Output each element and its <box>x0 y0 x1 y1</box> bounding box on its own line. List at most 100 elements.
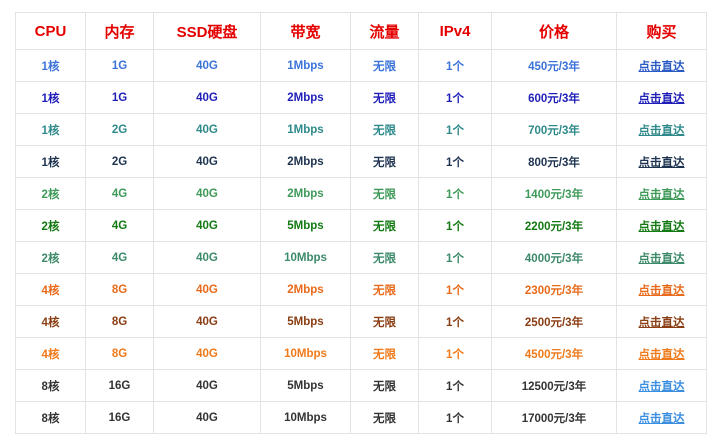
table-row: 1核 1G 40G 2Mbps 无限 1个 600元/3年 点击直达 <box>15 81 707 114</box>
cell-ssd: 40G <box>153 209 261 242</box>
cell-bandwidth: 10Mbps <box>260 401 351 434</box>
header-memory: 内存 <box>85 12 154 50</box>
cell-ipv4: 1个 <box>418 145 492 178</box>
table-row: 2核 4G 40G 2Mbps 无限 1个 1400元/3年 点击直达 <box>15 177 707 210</box>
cell-memory: 16G <box>85 369 154 402</box>
header-bandwidth: 带宽 <box>260 12 351 50</box>
cell-ipv4: 1个 <box>418 241 492 274</box>
buy-link[interactable]: 点击直达 <box>639 61 685 73</box>
cell-price: 2200元/3年 <box>491 209 617 242</box>
cell-traffic: 无限 <box>350 369 419 402</box>
cell-cpu: 1核 <box>15 113 86 146</box>
cell-cpu: 1核 <box>15 49 86 82</box>
cell-ipv4: 1个 <box>418 177 492 210</box>
cell-cpu: 8核 <box>15 401 86 434</box>
cell-ipv4: 1个 <box>418 337 492 370</box>
cell-memory: 4G <box>85 209 154 242</box>
cell-price: 1400元/3年 <box>491 177 617 210</box>
cell-buy: 点击直达 <box>616 369 707 402</box>
cell-bandwidth: 5Mbps <box>260 305 351 338</box>
cell-buy: 点击直达 <box>616 145 707 178</box>
cell-price: 4000元/3年 <box>491 241 617 274</box>
pricing-table-container: CPU 内存 SSD硬盘 带宽 流量 IPv4 价格 购买 1核 1G 40G … <box>15 12 707 434</box>
cell-price: 600元/3年 <box>491 81 617 114</box>
cell-memory: 1G <box>85 49 154 82</box>
cell-ssd: 40G <box>153 241 261 274</box>
cell-cpu: 4核 <box>15 337 86 370</box>
cell-memory: 8G <box>85 305 154 338</box>
cell-cpu: 1核 <box>15 145 86 178</box>
cell-bandwidth: 2Mbps <box>260 177 351 210</box>
cell-price: 4500元/3年 <box>491 337 617 370</box>
cell-ssd: 40G <box>153 401 261 434</box>
cell-buy: 点击直达 <box>616 401 707 434</box>
table-row: 2核 4G 40G 10Mbps 无限 1个 4000元/3年 点击直达 <box>15 241 707 274</box>
header-price: 价格 <box>491 12 617 50</box>
cell-bandwidth: 2Mbps <box>260 145 351 178</box>
cell-memory: 2G <box>85 145 154 178</box>
buy-link[interactable]: 点击直达 <box>639 349 685 361</box>
cell-cpu: 4核 <box>15 273 86 306</box>
header-buy: 购买 <box>616 12 707 50</box>
cell-ssd: 40G <box>153 369 261 402</box>
table-row: 4核 8G 40G 2Mbps 无限 1个 2300元/3年 点击直达 <box>15 273 707 306</box>
cell-bandwidth: 10Mbps <box>260 241 351 274</box>
cell-bandwidth: 1Mbps <box>260 49 351 82</box>
buy-link[interactable]: 点击直达 <box>639 285 685 297</box>
cell-cpu: 4核 <box>15 305 86 338</box>
cell-buy: 点击直达 <box>616 337 707 370</box>
cell-traffic: 无限 <box>350 305 419 338</box>
cell-traffic: 无限 <box>350 241 419 274</box>
cell-ipv4: 1个 <box>418 209 492 242</box>
cell-memory: 16G <box>85 401 154 434</box>
table-body: 1核 1G 40G 1Mbps 无限 1个 450元/3年 点击直达 1核 1G… <box>15 49 707 434</box>
cell-ssd: 40G <box>153 273 261 306</box>
buy-link[interactable]: 点击直达 <box>639 125 685 137</box>
cell-price: 2500元/3年 <box>491 305 617 338</box>
table-row: 2核 4G 40G 5Mbps 无限 1个 2200元/3年 点击直达 <box>15 209 707 242</box>
cell-ssd: 40G <box>153 145 261 178</box>
cell-traffic: 无限 <box>350 113 419 146</box>
table-row: 4核 8G 40G 10Mbps 无限 1个 4500元/3年 点击直达 <box>15 337 707 370</box>
cell-traffic: 无限 <box>350 81 419 114</box>
cell-cpu: 1核 <box>15 81 86 114</box>
cell-cpu: 2核 <box>15 241 86 274</box>
cell-cpu: 2核 <box>15 177 86 210</box>
cell-cpu: 2核 <box>15 209 86 242</box>
cell-ipv4: 1个 <box>418 401 492 434</box>
cell-ssd: 40G <box>153 177 261 210</box>
header-cpu: CPU <box>15 12 86 50</box>
cell-ssd: 40G <box>153 305 261 338</box>
buy-link[interactable]: 点击直达 <box>639 381 685 393</box>
cell-memory: 4G <box>85 241 154 274</box>
cell-buy: 点击直达 <box>616 49 707 82</box>
buy-link[interactable]: 点击直达 <box>639 157 685 169</box>
cell-traffic: 无限 <box>350 209 419 242</box>
cell-buy: 点击直达 <box>616 177 707 210</box>
cell-ipv4: 1个 <box>418 305 492 338</box>
buy-link[interactable]: 点击直达 <box>639 317 685 329</box>
buy-link[interactable]: 点击直达 <box>639 253 685 265</box>
cell-memory: 2G <box>85 113 154 146</box>
table-header-row: CPU 内存 SSD硬盘 带宽 流量 IPv4 价格 购买 <box>15 12 707 50</box>
header-ssd: SSD硬盘 <box>153 12 261 50</box>
cell-ipv4: 1个 <box>418 49 492 82</box>
cell-buy: 点击直达 <box>616 273 707 306</box>
cell-cpu: 8核 <box>15 369 86 402</box>
cell-buy: 点击直达 <box>616 209 707 242</box>
buy-link[interactable]: 点击直达 <box>639 93 685 105</box>
cell-traffic: 无限 <box>350 401 419 434</box>
cell-ipv4: 1个 <box>418 113 492 146</box>
cell-buy: 点击直达 <box>616 113 707 146</box>
header-traffic: 流量 <box>350 12 419 50</box>
table-row: 4核 8G 40G 5Mbps 无限 1个 2500元/3年 点击直达 <box>15 305 707 338</box>
cell-ipv4: 1个 <box>418 369 492 402</box>
table-row: 8核 16G 40G 5Mbps 无限 1个 12500元/3年 点击直达 <box>15 369 707 402</box>
buy-link[interactable]: 点击直达 <box>639 221 685 233</box>
cell-buy: 点击直达 <box>616 305 707 338</box>
table-row: 1核 1G 40G 1Mbps 无限 1个 450元/3年 点击直达 <box>15 49 707 82</box>
buy-link[interactable]: 点击直达 <box>639 413 685 425</box>
cell-price: 12500元/3年 <box>491 369 617 402</box>
cell-ssd: 40G <box>153 81 261 114</box>
buy-link[interactable]: 点击直达 <box>639 189 685 201</box>
